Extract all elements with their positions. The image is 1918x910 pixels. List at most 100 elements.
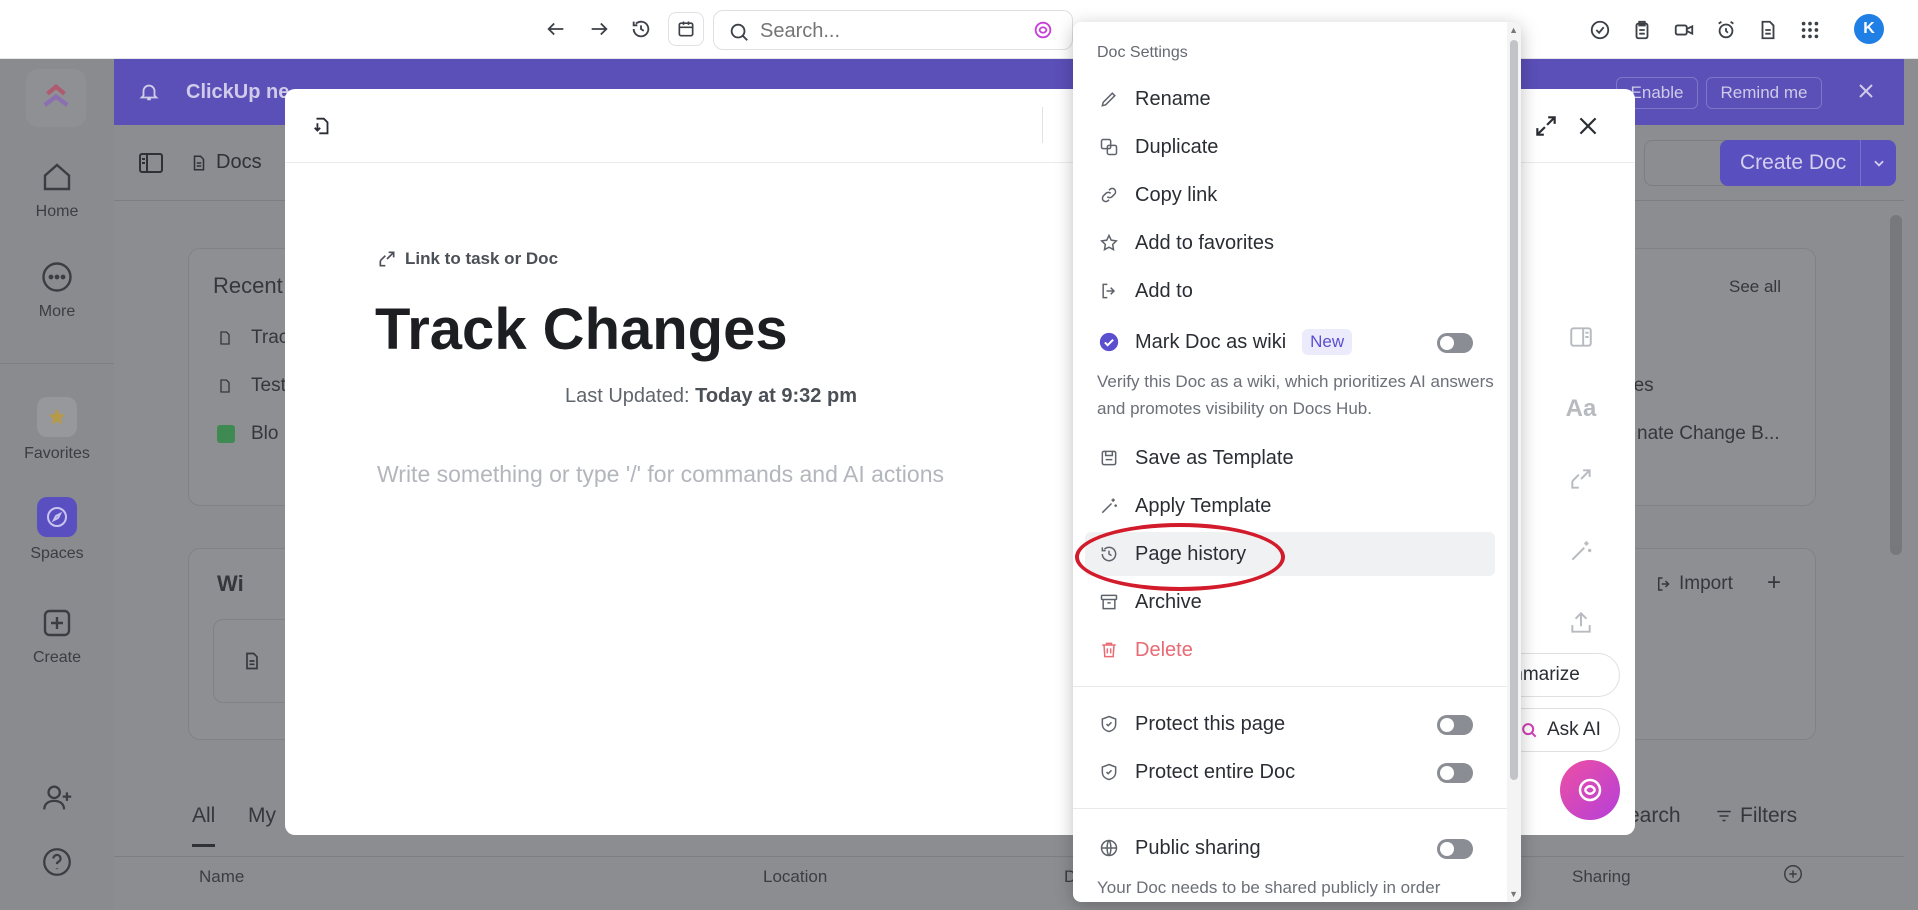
menu-item-add-to[interactable]: Add to	[1085, 269, 1495, 313]
doc-body-editor[interactable]: Write something or type '/' for commands…	[377, 461, 944, 488]
expand-icon[interactable]	[1533, 113, 1559, 139]
invite-user-icon[interactable]	[40, 781, 74, 815]
document-icon	[246, 652, 258, 670]
menu-item-protect-doc[interactable]: Protect entire Doc	[1085, 750, 1495, 794]
archive-icon	[1097, 590, 1121, 614]
layout-icon[interactable]	[1563, 319, 1599, 355]
shield-icon	[1097, 712, 1121, 736]
search-input[interactable]	[760, 19, 1010, 43]
sidebar-toggle-icon[interactable]	[138, 151, 164, 175]
apps-grid-icon[interactable]	[1796, 16, 1824, 44]
bell-icon	[138, 81, 160, 103]
globe-icon	[1097, 836, 1121, 860]
menu-item-protect-page[interactable]: Protect this page	[1085, 702, 1495, 746]
search-docs[interactable]: earch	[1628, 804, 1681, 828]
recent-item[interactable]: Blo	[217, 423, 278, 445]
forward-arrow-icon[interactable]	[584, 14, 614, 44]
menu-scrollbar-thumb[interactable]	[1510, 40, 1518, 780]
top-bar: K	[0, 0, 1918, 59]
left-rail: Home More Favorites Spaces Create	[0, 59, 114, 910]
trash-icon	[1097, 638, 1121, 662]
shield-icon	[1097, 760, 1121, 784]
recent-item[interactable]: Test	[217, 375, 286, 397]
menu-item-mark-as-wiki[interactable]: Mark Doc as wiki New	[1085, 320, 1495, 364]
restore-icon[interactable]	[311, 115, 333, 137]
menu-item-duplicate[interactable]: Duplicate	[1085, 125, 1495, 169]
history-icon[interactable]	[626, 14, 656, 44]
chevron-down-icon[interactable]	[1860, 140, 1896, 186]
scroll-up-icon[interactable]: ▲	[1509, 25, 1518, 35]
link-to-task-button[interactable]: Link to task or Doc	[377, 249, 558, 269]
menu-item-delete[interactable]: Delete	[1085, 628, 1495, 672]
import-button[interactable]: Import	[1655, 573, 1733, 595]
pencil-icon	[1097, 87, 1121, 111]
rail-home[interactable]: Home	[0, 159, 114, 221]
avatar[interactable]: K	[1854, 14, 1884, 44]
star-icon	[1097, 231, 1121, 255]
verified-badge-icon	[1097, 330, 1121, 354]
recent-item[interactable]: Trac	[217, 327, 288, 349]
menu-item-rename[interactable]: Rename	[1085, 77, 1495, 121]
magic-wand-icon[interactable]	[1563, 533, 1599, 569]
ai-assistant-button[interactable]	[1560, 760, 1620, 820]
close-icon[interactable]	[1575, 113, 1601, 139]
document-icon	[193, 155, 205, 170]
tab-my[interactable]: My	[248, 804, 276, 828]
ai-brain-icon[interactable]	[1032, 19, 1054, 41]
menu-item-public-sharing[interactable]: Public sharing	[1085, 826, 1495, 870]
last-updated: Last Updated: Today at 9:32 pm	[565, 385, 857, 407]
breadcrumb-docs[interactable]: Docs	[190, 151, 262, 174]
menu-item-apply-template[interactable]: Apply Template	[1085, 484, 1495, 528]
menu-divider	[1073, 808, 1521, 809]
search-icon	[1522, 723, 1537, 738]
add-column-icon[interactable]	[1782, 863, 1804, 885]
alarm-icon[interactable]	[1712, 16, 1740, 44]
recent-item[interactable]: nate Change B...	[1637, 423, 1780, 445]
help-icon[interactable]	[40, 845, 74, 879]
create-doc-button[interactable]: Create Doc	[1720, 140, 1896, 186]
checkbox-icon	[217, 424, 235, 443]
rail-create[interactable]: Create	[0, 605, 114, 667]
duplicate-icon	[1097, 135, 1121, 159]
wiki-toggle[interactable]	[1437, 333, 1473, 353]
filter-icon	[1717, 811, 1731, 822]
link-arrows-icon	[379, 251, 395, 267]
clickup-logo[interactable]	[26, 69, 86, 127]
wiki-doc-tile[interactable]	[213, 619, 295, 703]
see-all-link[interactable]: See all	[1729, 277, 1781, 297]
search-box[interactable]	[713, 10, 1073, 50]
scroll-down-icon[interactable]: ▼	[1509, 889, 1518, 899]
protect-doc-toggle[interactable]	[1437, 763, 1473, 783]
tab-all[interactable]: All	[192, 804, 216, 847]
add-to-icon	[1097, 279, 1121, 303]
menu-item-save-as-template[interactable]: Save as Template	[1085, 436, 1495, 480]
protect-page-toggle[interactable]	[1437, 715, 1473, 735]
back-arrow-icon[interactable]	[541, 14, 571, 44]
rail-favorites[interactable]: Favorites	[0, 397, 114, 463]
calendar-button[interactable]	[668, 12, 704, 46]
share-upload-icon[interactable]	[1563, 605, 1599, 641]
docs-table-header: Name Location D Sharing	[114, 856, 1904, 896]
close-icon[interactable]	[1854, 79, 1878, 103]
rail-more[interactable]: More	[0, 259, 114, 321]
document-icon[interactable]	[1754, 16, 1782, 44]
menu-item-add-to-favorites[interactable]: Add to favorites	[1085, 221, 1495, 265]
public-sharing-description: Your Doc needs to be shared publicly in …	[1097, 878, 1441, 897]
public-sharing-toggle[interactable]	[1437, 839, 1473, 859]
menu-item-copy-link[interactable]: Copy link	[1085, 173, 1495, 217]
rail-spaces[interactable]: Spaces	[0, 497, 114, 563]
check-circle-icon[interactable]	[1586, 16, 1614, 44]
rail-divider	[0, 363, 114, 364]
wiki-title: Wi	[217, 571, 244, 596]
typography-icon[interactable]: Aa	[1563, 391, 1599, 427]
doc-title[interactable]: Track Changes	[375, 296, 788, 363]
link-arrows-icon[interactable]	[1563, 461, 1599, 497]
clipboard-icon[interactable]	[1628, 16, 1656, 44]
filters-button[interactable]: Filters	[1714, 804, 1797, 828]
annotation-highlight	[1075, 523, 1285, 591]
magic-wand-icon	[1097, 494, 1121, 518]
add-icon[interactable]: +	[1767, 569, 1781, 597]
remind-me-button[interactable]: Remind me	[1706, 77, 1822, 109]
page-scrollbar[interactable]	[1890, 215, 1902, 555]
video-icon[interactable]	[1670, 16, 1698, 44]
